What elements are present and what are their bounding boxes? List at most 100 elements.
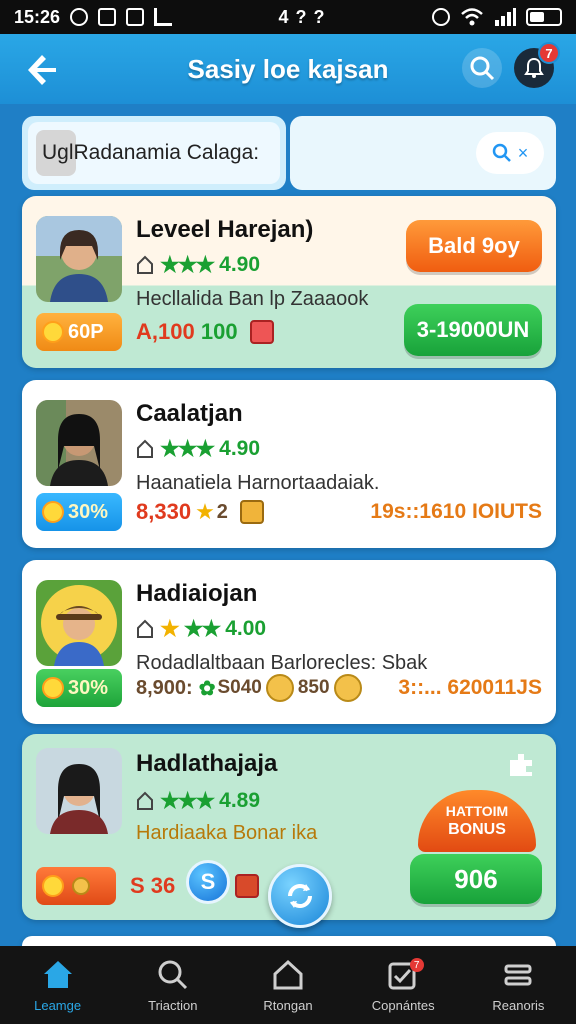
- share-button[interactable]: S: [186, 860, 230, 904]
- star-rating-icon: ★★★: [160, 436, 215, 461]
- claim-button-label: 3-19000UN: [416, 317, 530, 342]
- search-icon: [492, 143, 511, 162]
- card-meta-row: 30% 8,330 ★ 2 19s::1610 IOIUTS: [36, 492, 542, 532]
- home-icon: [137, 255, 153, 274]
- cell-signal-icon: [495, 8, 516, 26]
- bean-icon: [42, 875, 64, 897]
- clear-icon[interactable]: ×: [518, 143, 529, 164]
- puzzle-icon[interactable]: [506, 750, 536, 780]
- page-title: Sasiy loe kajsan: [187, 53, 389, 84]
- price-value: 8,330: [136, 499, 192, 524]
- list-item[interactable]: Hadiaiojan ★ ★★ 4.00 Rodadlaltbaan Barlor…: [22, 560, 556, 724]
- rating-row: ★★★ 4.89: [136, 788, 260, 814]
- star-rating-icon: ★★: [183, 616, 221, 641]
- wifi-icon: [461, 8, 483, 26]
- buy-button[interactable]: Bald 9oy: [406, 220, 542, 272]
- avatar-image: [36, 400, 122, 486]
- avatar-image: [36, 216, 122, 302]
- list-item[interactable]: Caalatjan ★★★ 4.90 Haanatiela Harnortaad…: [22, 380, 556, 548]
- card-title: Hadiaiojan: [136, 580, 258, 607]
- alarm-clock-icon: [432, 8, 450, 26]
- status-right: [432, 7, 562, 27]
- gift-icon: [235, 874, 260, 898]
- claim-button[interactable]: 906: [410, 854, 542, 904]
- gift-badge: [36, 867, 116, 905]
- wallet-icon: [239, 500, 264, 524]
- house-outline-icon: [273, 959, 303, 989]
- rating-row: ★★★ 4.90: [136, 436, 260, 462]
- rating-value: 4.89: [219, 789, 261, 812]
- search-pill[interactable]: ×: [476, 132, 544, 174]
- nav-label: Reanoris: [492, 997, 545, 1013]
- share-icon: S: [200, 869, 216, 894]
- search-input[interactable]: ×: [290, 116, 556, 190]
- price-value: A,100: [136, 319, 195, 344]
- reports-icon: [504, 964, 532, 985]
- claim-button[interactable]: 3-19000UN: [404, 304, 542, 356]
- price-text: 8,900:: [136, 677, 193, 700]
- bottom-nav: Leamge Triaction Rtongan 7 Copnántes Rea…: [0, 946, 576, 1024]
- countdown-label: 3::... 620011JS: [398, 676, 542, 699]
- avatar-image: [36, 580, 122, 666]
- bean-icon: [42, 321, 64, 343]
- price-value: S 36: [130, 873, 176, 898]
- star-rating-icon: ★: [160, 616, 180, 641]
- signal-graph-icon: [154, 8, 173, 26]
- star-rating-icon: ★★★: [160, 788, 215, 813]
- rating-value: 4.00: [225, 617, 267, 640]
- nav-label: Copnántes: [371, 997, 435, 1013]
- nav-label: Rtongan: [263, 997, 313, 1013]
- coin-icon: [333, 674, 362, 702]
- rating-value: 4.90: [219, 253, 261, 276]
- gift-icon: [249, 320, 274, 344]
- back-button[interactable]: [24, 52, 60, 88]
- bonus-tag: HATTOIM BONUS: [418, 790, 536, 852]
- nav-item-reports[interactable]: Reanoris: [461, 946, 576, 1024]
- app-status-icon: [98, 8, 117, 26]
- bonus-tag-line1: HATTOIM: [445, 803, 509, 819]
- filter-field[interactable]: UglRadanamia Calaga:: [22, 116, 286, 190]
- list-item[interactable]: Leveel Harejan) ★★★ 4.90 Hecllalida Ban …: [22, 196, 556, 368]
- star-rating-icon: ★★★: [160, 252, 215, 277]
- avatar: [36, 748, 122, 834]
- coin-icon: [265, 674, 294, 702]
- discount-badge: 30%: [36, 493, 122, 531]
- header-search-button[interactable]: [462, 48, 502, 88]
- nav-item-components[interactable]: 7 Copnántes: [346, 946, 461, 1024]
- card-title: Hadlathajaja: [136, 750, 278, 777]
- discount-badge-text: 60P: [68, 320, 104, 343]
- home-icon: [137, 791, 153, 810]
- nav-label: Leamge: [34, 997, 82, 1013]
- notifications-button[interactable]: 7: [514, 42, 560, 88]
- nav-item-home[interactable]: Leamge: [0, 946, 115, 1024]
- star-icon: ★: [195, 499, 215, 524]
- refresh-button[interactable]: [268, 864, 332, 928]
- price-text: A,100 100: [136, 319, 238, 345]
- card-description: Hecllalida Ban lp Zaaaook: [136, 288, 369, 310]
- claim-button-label: 906: [454, 863, 498, 894]
- clover-icon: ✿: [198, 677, 216, 700]
- price-extra-2: 850: [297, 677, 330, 698]
- discount-badge: 60P: [36, 313, 122, 351]
- status-bar: 15:26 4 ? ?: [0, 0, 576, 34]
- home-icon: [43, 960, 72, 988]
- nav-item-transactions[interactable]: Triaction: [115, 946, 230, 1024]
- nav-item-rankings[interactable]: Rtongan: [230, 946, 345, 1024]
- battery-icon: [526, 8, 562, 26]
- bean-icon: [42, 677, 64, 699]
- filter-field-text: UglRadanamia Calaga:: [42, 141, 260, 164]
- alarm-status-icon: [70, 8, 89, 26]
- filter-field-inner: UglRadanamia Calaga:: [28, 122, 280, 184]
- price-text: 8,330: [136, 499, 191, 525]
- refresh-icon: [288, 884, 312, 908]
- notification-badge: 7: [538, 42, 560, 64]
- search-icon: [158, 960, 187, 989]
- rating-value: 4.90: [219, 437, 261, 460]
- home-icon: [137, 619, 153, 638]
- avatar: [36, 216, 122, 302]
- price-extra: 2: [216, 500, 228, 523]
- card-meta-row: 30% 8,900: ✿ S040 850 3::... 620011JS: [36, 668, 542, 708]
- status-left: 15:26: [14, 7, 173, 28]
- countdown-label: 19s::1610 IOIUTS: [370, 500, 542, 523]
- avatar: [36, 580, 122, 666]
